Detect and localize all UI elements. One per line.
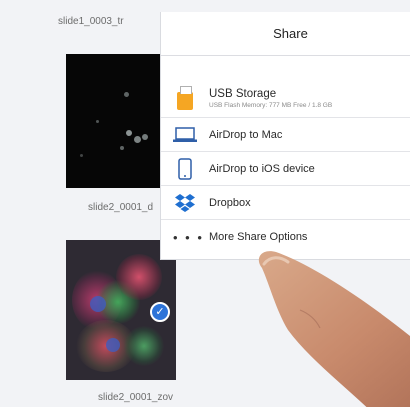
more-dots-icon: • • • <box>173 230 204 245</box>
share-option-usb-storage[interactable]: USB Storage USB Flash Memory: 777 MB Fre… <box>161 80 410 118</box>
usb-drive-icon <box>177 86 193 110</box>
option-sublabel: USB Flash Memory: 777 MB Free / 1.8 GB <box>209 102 333 109</box>
share-option-dropbox[interactable]: Dropbox <box>161 186 410 220</box>
slide-filename: slide1_0003_tr <box>58 16 124 27</box>
dropbox-icon <box>174 192 196 214</box>
phone-icon <box>178 158 192 180</box>
laptop-icon <box>173 127 197 143</box>
checkmark-icon: ✓ <box>150 302 170 322</box>
share-option-airdrop-ios[interactable]: AirDrop to iOS device <box>161 152 410 186</box>
popover-title: Share <box>273 26 308 41</box>
option-label: AirDrop to Mac <box>209 129 283 141</box>
slide-filename: slide2_0001_zov <box>98 392 174 403</box>
pointing-finger <box>258 251 410 407</box>
share-option-airdrop-mac[interactable]: AirDrop to Mac <box>161 118 410 152</box>
slide-filename: slide2_0001_d <box>88 202 154 213</box>
popover-header: Share <box>161 12 410 56</box>
option-label: USB Storage <box>209 88 277 100</box>
share-popover: Share USB Storage USB Flash Memory: 777 … <box>160 12 410 260</box>
option-label: Dropbox <box>209 197 251 209</box>
slide-gallery: slide1_0003_tr slide2_0001_d ✓ slide2_00… <box>18 0 176 407</box>
slide-thumbnail-selected[interactable]: ✓ <box>66 240 176 380</box>
option-label: AirDrop to iOS device <box>209 163 315 175</box>
screen: slide1_0003_tr slide2_0001_d ✓ slide2_00… <box>0 0 410 407</box>
